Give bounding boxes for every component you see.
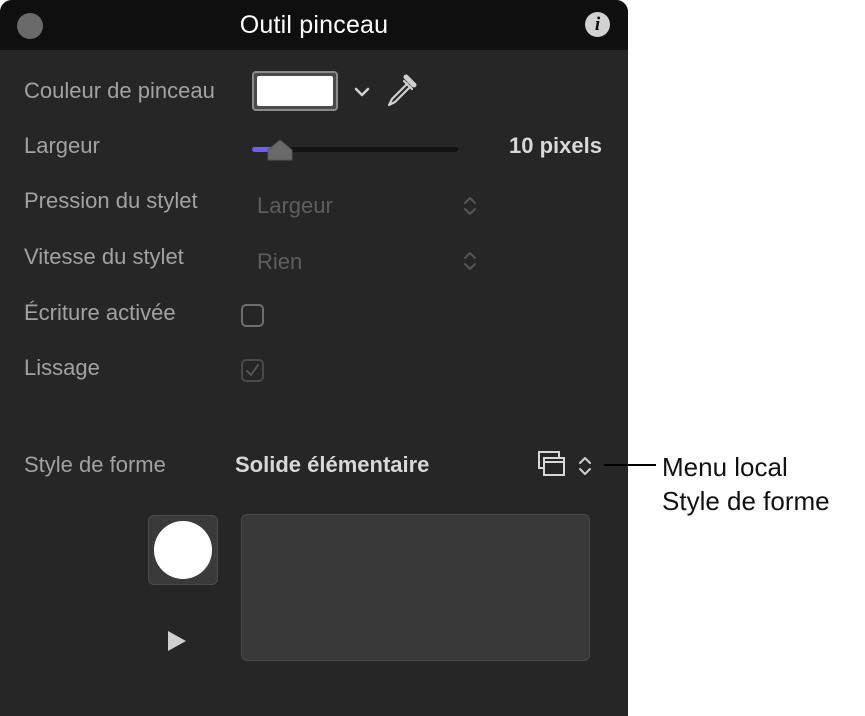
shape-style-popup-chevron-icon[interactable] [577, 454, 593, 478]
stylus-speed-label: Vitesse du stylet [24, 244, 184, 269]
checkmark-icon [246, 364, 259, 376]
width-slider-knob[interactable] [266, 138, 294, 162]
chevron-down-icon[interactable] [354, 86, 370, 98]
title-bar[interactable]: Outil pinceau i [0, 0, 628, 50]
brush-color-label: Couleur de pinceau [24, 78, 215, 103]
shape-style-thumbnail[interactable] [148, 515, 218, 585]
circle-shape-icon [154, 521, 212, 579]
callout-line-2: Style de forme [662, 486, 830, 516]
callout-line-1: Menu local [662, 452, 788, 482]
brush-color-well[interactable] [252, 71, 338, 111]
shape-style-library-icon[interactable] [537, 450, 567, 478]
brush-color-swatch [257, 76, 333, 106]
up-down-chevron-icon[interactable] [463, 250, 477, 272]
window-title: Outil pinceau [239, 11, 389, 39]
eyedropper-icon[interactable] [384, 71, 420, 109]
shape-style-preview [241, 514, 590, 661]
play-icon[interactable] [166, 629, 188, 653]
width-value: 10 pixels [509, 133, 602, 158]
up-down-chevron-icon[interactable] [463, 195, 477, 217]
shape-style-label: Style de forme [24, 452, 166, 477]
write-on-label: Écriture activée [24, 300, 176, 325]
info-icon[interactable]: i [585, 12, 610, 37]
callout-leader-line [604, 464, 656, 466]
brush-tool-hud: Outil pinceau i Couleur de pinceau Large… [0, 0, 628, 716]
write-on-checkbox[interactable] [241, 304, 264, 327]
shape-style-value: Solide élémentaire [235, 452, 430, 477]
callout-text: Menu local Style de forme [662, 450, 830, 518]
stylus-speed-popup[interactable]: Rien [257, 249, 302, 275]
width-label: Largeur [24, 133, 100, 158]
stylus-pressure-popup[interactable]: Largeur [257, 193, 333, 219]
smoothing-label: Lissage [24, 355, 100, 380]
stylus-pressure-label: Pression du stylet [24, 188, 198, 213]
smoothing-checkbox[interactable] [241, 359, 264, 382]
